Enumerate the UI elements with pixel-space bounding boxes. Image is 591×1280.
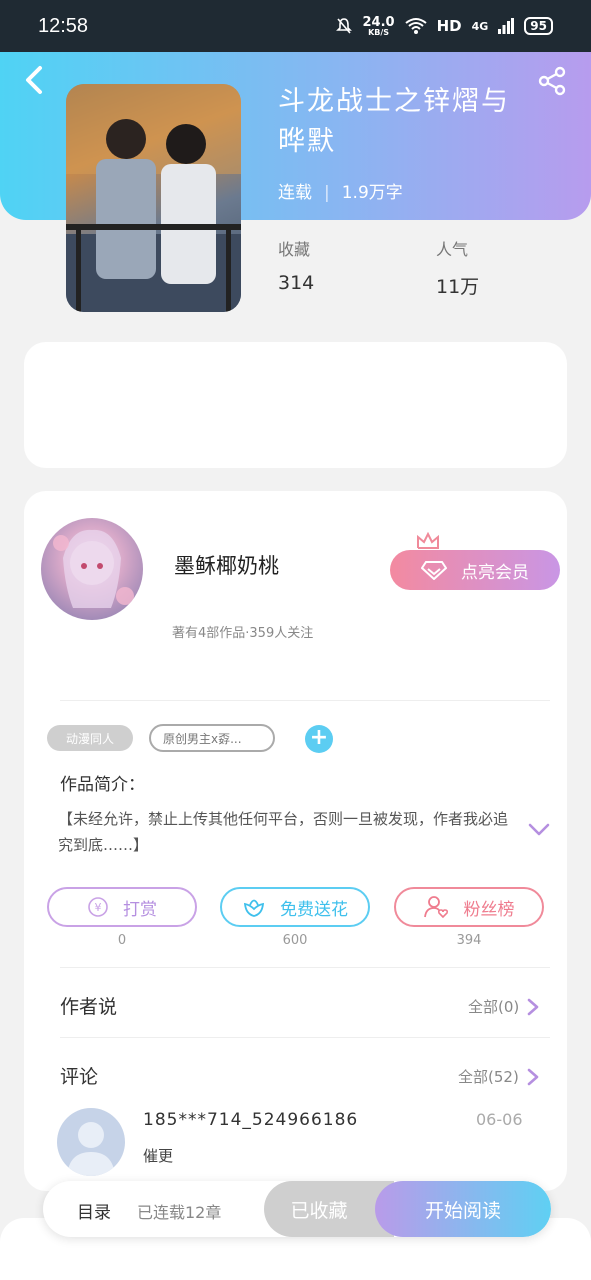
divider: [60, 1037, 550, 1038]
svg-text:¥: ¥: [95, 901, 102, 914]
signal-type: 4G: [471, 19, 489, 33]
author-summary: 著有4部作品·359人关注: [172, 626, 314, 641]
chevron-right-icon: [527, 998, 539, 1015]
word-count: 1.9万字: [341, 183, 403, 203]
mute-bell-icon: [335, 18, 352, 34]
hd-indicator: HD: [436, 17, 462, 35]
serial-status: 连载: [278, 183, 312, 203]
fans-count: 394: [456, 933, 482, 948]
reward-button[interactable]: ¥ 打赏: [47, 887, 197, 927]
bottom-action-bar: 目录 已连载12章 已收藏 开始阅读: [43, 1181, 551, 1237]
share-icon[interactable]: [537, 66, 567, 96]
status-bar: 12:58 24.0 KB/S HD 4G 95: [0, 0, 591, 52]
intro-title: 作品简介：: [60, 775, 145, 795]
battery-indicator: 95: [524, 17, 553, 35]
flower-count: 600: [282, 933, 308, 948]
book-stats: 收藏 314 人气 11万: [278, 236, 591, 299]
send-flower-button[interactable]: 免费送花: [220, 887, 370, 927]
tag-fan-fiction[interactable]: 动漫同人: [47, 725, 133, 751]
cover-illustration: [66, 84, 241, 312]
avatar-illustration: [53, 529, 134, 608]
default-user-icon: [67, 1122, 115, 1176]
tag-original[interactable]: 原创男主x孬...: [149, 724, 275, 752]
empty-card: [24, 342, 567, 468]
status-time: 12:58: [38, 14, 89, 37]
intro-text: 【未经允许，禁止上传其他任何平台，否则一旦被发现，作者我必追究到底……】: [58, 810, 509, 854]
chevron-down-icon[interactable]: [528, 822, 550, 838]
comment-text: 催更: [143, 1147, 174, 1165]
flower-icon: [243, 899, 265, 917]
commenter-avatar[interactable]: [57, 1108, 125, 1176]
crown-icon: [417, 532, 439, 549]
comments-all-link[interactable]: 全部(52): [458, 1066, 539, 1087]
popularity-stat: 人气 11万: [436, 240, 480, 298]
vip-button-label: 点亮会员: [461, 562, 529, 583]
reward-count: 0: [117, 933, 127, 948]
diamond-icon: [421, 561, 447, 580]
commenter-name: 185***714_524966186: [143, 1110, 359, 1130]
chevron-right-icon: [527, 1068, 539, 1085]
fan-ranking-label: 粉丝榜: [463, 899, 515, 920]
wifi-icon: [404, 18, 427, 34]
author-says-title: 作者说: [60, 996, 118, 1018]
yen-coin-icon: ¥: [88, 897, 108, 917]
divider: [60, 967, 550, 968]
book-cover-image[interactable]: [66, 84, 241, 312]
reward-label: 打赏: [123, 899, 157, 920]
author-name[interactable]: 墨稣椰奶桃: [174, 550, 279, 580]
author-says-all-link[interactable]: 全部(0): [468, 996, 539, 1017]
favorites-stat: 收藏 314: [278, 240, 315, 294]
add-tag-button[interactable]: +: [305, 725, 333, 753]
author-avatar[interactable]: [41, 518, 143, 620]
divider: [60, 700, 550, 701]
book-title: 斗龙战士之锌熠与晔默: [278, 86, 510, 157]
vip-button[interactable]: 点亮会员: [390, 550, 560, 590]
comments-title: 评论: [60, 1066, 99, 1088]
send-flower-label: 免费送花: [280, 899, 348, 920]
chapter-count: 已连载12章: [137, 1203, 222, 1222]
catalog-button[interactable]: 目录: [77, 1198, 111, 1223]
user-heart-icon: [423, 896, 448, 919]
book-meta: 连载 | 1.9万字: [278, 183, 403, 203]
fan-ranking-button[interactable]: 粉丝榜: [394, 887, 544, 927]
status-icons: 24.0 KB/S HD 4G 95: [335, 16, 553, 37]
signal-bars-icon: [498, 18, 515, 34]
net-speed: 24.0 KB/S: [362, 14, 395, 37]
comment-date: 06-06: [476, 1110, 523, 1129]
back-arrow-icon[interactable]: [22, 64, 48, 96]
start-reading-button[interactable]: 开始阅读: [375, 1181, 551, 1237]
